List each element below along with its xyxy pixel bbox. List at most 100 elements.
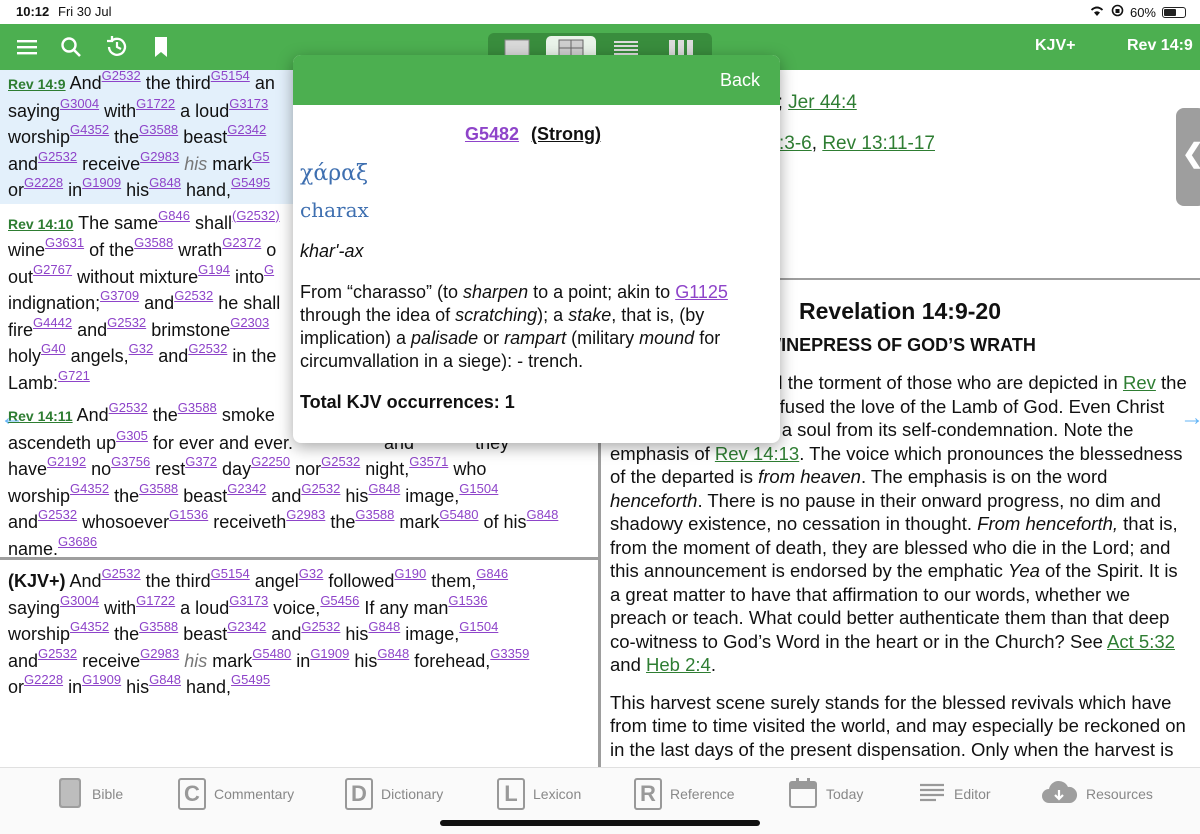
nav-commentary[interactable]: C Commentary xyxy=(178,778,294,810)
search-icon[interactable] xyxy=(56,32,86,62)
nav-dictionary[interactable]: D Dictionary xyxy=(345,778,443,810)
strong-link[interactable]: G4352 xyxy=(70,481,109,496)
strong-link[interactable]: G2983 xyxy=(286,507,325,522)
strong-link[interactable]: G3686 xyxy=(58,534,97,549)
strong-link[interactable]: G3004 xyxy=(60,593,99,608)
strong-link[interactable]: G3588 xyxy=(355,507,394,522)
strong-link[interactable]: G2532 xyxy=(301,481,340,496)
strong-link[interactable]: G1909 xyxy=(82,175,121,190)
strong-link[interactable]: G2767 xyxy=(33,262,72,277)
previous-arrow-icon[interactable]: ← xyxy=(0,404,24,431)
strong-link[interactable]: G194 xyxy=(198,262,230,277)
strong-link[interactable]: G3588 xyxy=(139,619,178,634)
translation-selector[interactable]: KJV+ xyxy=(1035,37,1075,55)
strong-link[interactable]: G721 xyxy=(58,368,90,383)
home-indicator[interactable] xyxy=(440,820,760,826)
strong-link[interactable]: G2983 xyxy=(140,646,179,661)
strong-link[interactable]: G2532 xyxy=(38,507,77,522)
strong-link[interactable]: G2532 xyxy=(38,149,77,164)
strong-link[interactable]: G3588 xyxy=(178,400,217,415)
strong-link[interactable]: G848 xyxy=(368,619,400,634)
nav-bible[interactable]: Bible xyxy=(58,777,123,810)
strong-link[interactable]: G40 xyxy=(41,341,66,356)
side-panel-tab[interactable]: ❮ xyxy=(1176,108,1200,206)
strong-link[interactable]: G5480 xyxy=(439,507,478,522)
strong-link[interactable]: G846 xyxy=(476,566,508,581)
strong-link[interactable]: G32 xyxy=(129,341,154,356)
strong-link[interactable]: G2532 xyxy=(102,70,141,83)
strong-link[interactable]: G2372 xyxy=(222,235,261,250)
strong-link[interactable]: G5480 xyxy=(252,646,291,661)
nav-lexicon[interactable]: L Lexicon xyxy=(497,778,581,810)
strong-link[interactable]: G2532 xyxy=(102,566,141,581)
scripture-link[interactable]: Rev 14:13 xyxy=(715,443,799,464)
scripture-link[interactable]: Rev xyxy=(1123,372,1156,393)
strong-link[interactable]: G2342 xyxy=(227,619,266,634)
strong-link[interactable]: G1536 xyxy=(448,593,487,608)
strong-link[interactable]: G2228 xyxy=(24,672,63,687)
strong-link[interactable]: G5456 xyxy=(320,593,359,608)
back-button[interactable]: Back xyxy=(720,70,760,91)
strong-link[interactable]: G190 xyxy=(394,566,426,581)
strong-link[interactable]: G2532 xyxy=(38,646,77,661)
nav-reference[interactable]: R Reference xyxy=(634,778,735,810)
scripture-link[interactable]: Act 5:32 xyxy=(1107,631,1175,652)
strong-link[interactable]: G2228 xyxy=(24,175,63,190)
strong-link[interactable]: G3709 xyxy=(100,288,139,303)
strong-link[interactable]: G2303 xyxy=(230,315,269,330)
strong-link[interactable]: G3173 xyxy=(229,96,268,111)
strong-link[interactable]: G848 xyxy=(149,175,181,190)
strong-link[interactable]: G3756 xyxy=(111,454,150,469)
strong-link[interactable]: G5495 xyxy=(231,672,270,687)
strong-link[interactable]: G1722 xyxy=(136,96,175,111)
strong-link[interactable]: G848 xyxy=(527,507,559,522)
strong-link[interactable]: G1909 xyxy=(82,672,121,687)
strong-link[interactable]: G372 xyxy=(185,454,217,469)
strong-link[interactable]: G305 xyxy=(116,428,148,443)
strong-link[interactable]: G3588 xyxy=(134,235,173,250)
strong-link[interactable]: G1504 xyxy=(459,619,498,634)
nav-resources[interactable]: Resources xyxy=(1040,778,1153,810)
strong-link[interactable]: G4442 xyxy=(33,315,72,330)
strong-link[interactable]: G2250 xyxy=(251,454,290,469)
nav-today[interactable]: Today xyxy=(788,777,863,810)
strong-link[interactable]: G848 xyxy=(377,646,409,661)
strong-link[interactable]: G1722 xyxy=(136,593,175,608)
strong-link[interactable]: G xyxy=(264,262,274,277)
strong-link[interactable]: G848 xyxy=(368,481,400,496)
strong-link[interactable]: G5154 xyxy=(211,70,250,83)
strong-link[interactable]: G2342 xyxy=(227,122,266,137)
strong-link[interactable]: G5495 xyxy=(231,175,270,190)
strong-link[interactable]: G2342 xyxy=(227,481,266,496)
strong-link[interactable]: G32 xyxy=(299,566,324,581)
strong-link[interactable]: G848 xyxy=(149,672,181,687)
strong-link[interactable]: G2192 xyxy=(47,454,86,469)
strong-link[interactable]: G1504 xyxy=(459,481,498,496)
xref-link[interactable]: Jer 44:4 xyxy=(788,92,857,113)
next-arrow-icon[interactable]: → xyxy=(1180,404,1200,431)
strong-link[interactable]: G2532 xyxy=(109,400,148,415)
strong-link[interactable]: G5 xyxy=(252,149,269,164)
strong-link[interactable]: G3004 xyxy=(60,96,99,111)
strong-link[interactable]: G2532 xyxy=(107,315,146,330)
strong-link[interactable]: G3588 xyxy=(139,481,178,496)
strong-link[interactable]: G1125 xyxy=(675,282,728,302)
strong-link[interactable]: G2532 xyxy=(321,454,360,469)
reference-selector[interactable]: Rev 14:9 xyxy=(1127,37,1193,55)
scripture-link[interactable]: Heb 2:4 xyxy=(646,654,711,675)
strong-link[interactable]: G3571 xyxy=(409,454,448,469)
strong-link[interactable]: G3173 xyxy=(229,593,268,608)
strong-link[interactable]: G1536 xyxy=(169,507,208,522)
xref-link[interactable]: :3-6 xyxy=(779,133,812,154)
strong-link[interactable]: (G2532) xyxy=(232,208,280,223)
strong-link[interactable]: G3631 xyxy=(45,235,84,250)
strong-link[interactable]: G4352 xyxy=(70,619,109,634)
strong-link[interactable]: G4352 xyxy=(70,122,109,137)
strong-link[interactable]: G846 xyxy=(158,208,190,223)
bookmark-icon[interactable] xyxy=(146,32,176,62)
strong-number[interactable]: G5482 xyxy=(465,124,519,144)
strong-link[interactable]: G2532 xyxy=(174,288,213,303)
strong-link[interactable]: G1909 xyxy=(310,646,349,661)
nav-editor[interactable]: Editor xyxy=(918,778,991,810)
strong-link[interactable]: G2983 xyxy=(140,149,179,164)
